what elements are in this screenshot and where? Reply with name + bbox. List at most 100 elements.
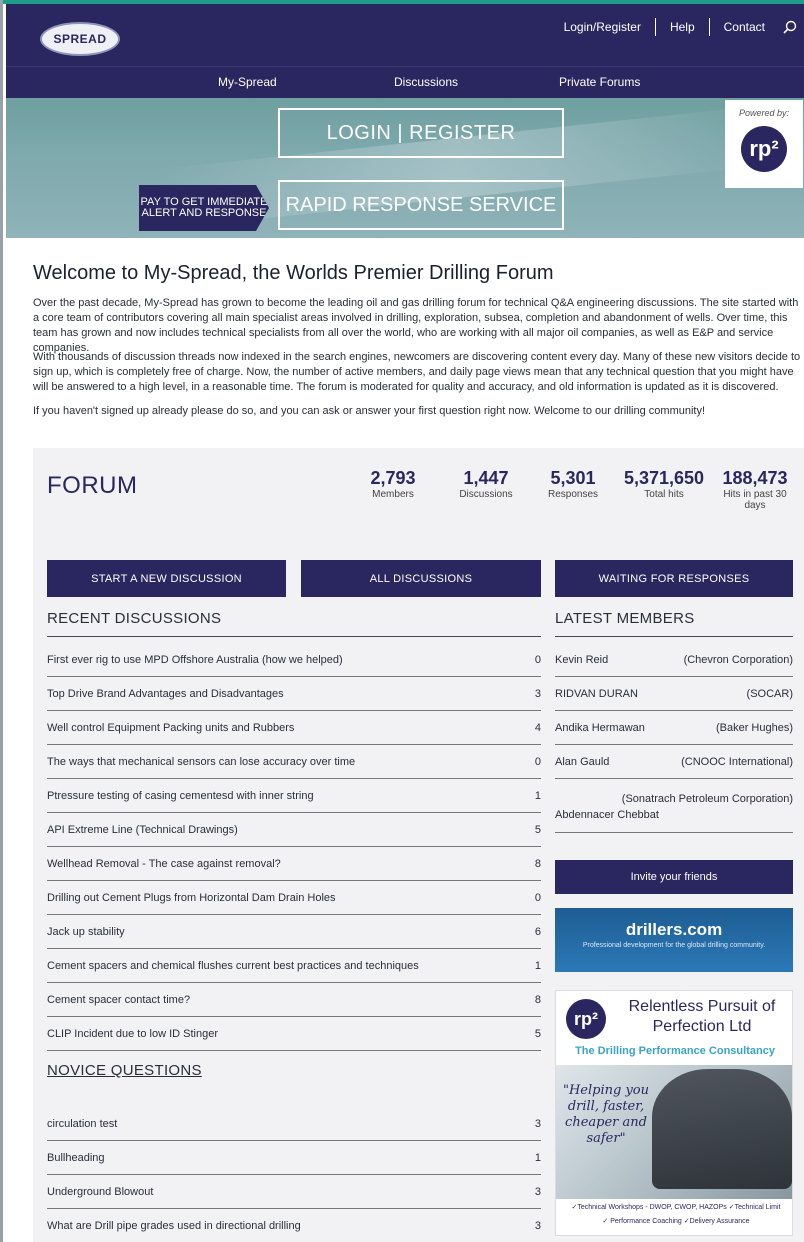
- member-row[interactable]: Andika Hermawan (Baker Hughes): [555, 711, 793, 745]
- stat-discussions: 1,447 Discussions: [451, 468, 521, 500]
- main-nav: My-Spread Discussions Private Forums: [6, 66, 804, 98]
- discussion-row[interactable]: Top Drive Brand Advantages and Disadvant…: [47, 677, 541, 711]
- discussion-count: 1: [534, 960, 541, 972]
- member-name[interactable]: Andika Hermawan: [555, 722, 645, 734]
- member-company: (Chevron Corporation): [683, 654, 793, 666]
- novice-question-count: 1: [534, 1152, 541, 1164]
- discussion-row[interactable]: Well control Equipment Packing units and…: [47, 711, 541, 745]
- discussion-count: 0: [534, 654, 541, 666]
- discussion-row[interactable]: Ptressure testing of casing cementesd wi…: [47, 779, 541, 813]
- discussion-row[interactable]: Jack up stability 6: [47, 915, 541, 949]
- stat-label: Total hits: [644, 489, 684, 500]
- novice-question-row[interactable]: What are Drill pipe grades used in direc…: [47, 1209, 541, 1242]
- stat-value: 5,371,650: [623, 468, 705, 488]
- member-company: (SOCAR): [746, 688, 793, 700]
- rp2-ad-company: Relentless Pursuit of Perfection Ltd: [628, 998, 776, 1035]
- forum-panel: FORUM 2,793 Members 1,447 Discussions 5,…: [33, 448, 804, 1242]
- discussion-count: 4: [534, 722, 541, 734]
- top-links: Login/Register Help Contact: [550, 18, 797, 36]
- drillers-tagline: Professional development for the global …: [582, 942, 766, 949]
- stat-label: Members: [372, 489, 414, 500]
- nav-private-forums[interactable]: Private Forums: [559, 75, 640, 89]
- welcome-paragraph-2: With thousands of discussion threads now…: [33, 351, 801, 393]
- novice-question-title[interactable]: Bullheading: [47, 1152, 105, 1164]
- discussion-title[interactable]: Cement spacer contact time?: [47, 994, 190, 1006]
- member-row[interactable]: RIDVAN DURAN (SOCAR): [555, 677, 793, 711]
- discussion-row[interactable]: The ways that mechanical sensors can los…: [47, 745, 541, 779]
- nav-my-spread[interactable]: My-Spread: [218, 75, 277, 89]
- discussion-count: 5: [534, 1028, 541, 1040]
- discussion-title[interactable]: API Extreme Line (Technical Drawings): [47, 824, 238, 836]
- header: SPREAD Login/Register Help Contact: [6, 4, 804, 66]
- member-name[interactable]: Abdennacer Chebbat: [555, 809, 659, 821]
- latest-members-heading: LATEST MEMBERS: [555, 610, 695, 627]
- spread-logo[interactable]: SPREAD: [40, 22, 120, 56]
- discussion-title[interactable]: Wellhead Removal - The case against remo…: [47, 858, 281, 870]
- discussion-title[interactable]: Jack up stability: [47, 926, 125, 938]
- discussion-title[interactable]: Cement spacers and chemical flushes curr…: [47, 960, 419, 972]
- forum-title: FORUM: [47, 472, 138, 499]
- discussion-row[interactable]: API Extreme Line (Technical Drawings) 5: [47, 813, 541, 847]
- member-company: (Baker Hughes): [715, 722, 793, 734]
- search-icon[interactable]: [783, 20, 797, 34]
- invite-friends-button[interactable]: Invite your friends: [555, 860, 793, 894]
- recent-discussions-heading: RECENT DISCUSSIONS: [47, 610, 222, 627]
- member-row[interactable]: Alan Gauld (CNOOC International): [555, 745, 793, 779]
- divider: [47, 636, 541, 637]
- rp2-ad[interactable]: rp² Relentless Pursuit of Perfection Ltd…: [555, 990, 793, 1236]
- login-register-link[interactable]: Login/Register: [550, 20, 655, 34]
- discussion-count: 0: [534, 756, 541, 768]
- member-row[interactable]: Kevin Reid (Chevron Corporation): [555, 643, 793, 677]
- stat-label: Hits in past 30 days: [723, 489, 787, 511]
- discussion-title[interactable]: First ever rig to use MPD Offshore Austr…: [47, 654, 343, 666]
- member-name[interactable]: Alan Gauld: [555, 756, 609, 768]
- rp2-ad-tagline: The Drilling Performance Consultancy: [575, 1045, 775, 1057]
- discussion-row[interactable]: Drilling out Cement Plugs from Horizonta…: [47, 881, 541, 915]
- novice-question-title[interactable]: circulation test: [47, 1118, 117, 1130]
- welcome-title: Welcome to My-Spread, the Worlds Premier…: [33, 262, 554, 284]
- discussion-row[interactable]: Cement spacers and chemical flushes curr…: [47, 949, 541, 983]
- drillers-com-ad[interactable]: drillers.com Professional development fo…: [555, 908, 793, 972]
- novice-questions-heading[interactable]: NOVICE QUESTIONS: [47, 1062, 202, 1079]
- rapid-response-button[interactable]: RAPID RESPONSE SERVICE: [278, 180, 564, 230]
- discussion-count: 3: [534, 688, 541, 700]
- powered-by-badge[interactable]: Powered by: rp²: [725, 100, 803, 188]
- discussion-row[interactable]: CLIP Incident due to low ID Stinger 5: [47, 1017, 541, 1051]
- discussion-title[interactable]: Ptressure testing of casing cementesd wi…: [47, 790, 314, 802]
- waiting-responses-button[interactable]: WAITING FOR RESPONSES: [555, 560, 793, 597]
- help-link[interactable]: Help: [656, 20, 709, 34]
- nav-discussions[interactable]: Discussions: [394, 75, 458, 89]
- novice-question-row[interactable]: Bullheading 1: [47, 1141, 541, 1175]
- member-row[interactable]: Abdennacer Chebbat (Sonatrach Petroleum C…: [555, 779, 793, 833]
- discussion-title[interactable]: CLIP Incident due to low ID Stinger: [47, 1028, 218, 1040]
- stat-label: Discussions: [459, 489, 513, 500]
- member-name[interactable]: Kevin Reid: [555, 654, 608, 666]
- stat-total-hits: 5,371,650 Total hits: [619, 468, 709, 500]
- novice-question-title[interactable]: Underground Blowout: [47, 1186, 153, 1198]
- discussion-title[interactable]: Well control Equipment Packing units and…: [47, 722, 294, 734]
- start-discussion-button[interactable]: START A NEW DISCUSSION: [47, 560, 286, 597]
- powered-by-label: Powered by:: [738, 108, 790, 118]
- novice-question-row[interactable]: circulation test 3: [47, 1107, 541, 1141]
- discussion-title[interactable]: Drilling out Cement Plugs from Horizonta…: [47, 892, 336, 904]
- discussion-count: 8: [534, 858, 541, 870]
- all-discussions-button[interactable]: ALL DISCUSSIONS: [301, 560, 541, 597]
- discussion-count: 6: [534, 926, 541, 938]
- stat-members: 2,793 Members: [363, 468, 423, 500]
- contact-link[interactable]: Contact: [710, 20, 779, 34]
- drillers-name: drillers.com: [625, 920, 723, 939]
- discussion-title[interactable]: Top Drive Brand Advantages and Disadvant…: [47, 688, 284, 700]
- team-photo-people: [652, 1069, 792, 1189]
- novice-question-count: 3: [534, 1118, 541, 1130]
- pay-callout: PAY TO GET IMMEDIATE ALERT AND RESPONSE: [139, 185, 269, 231]
- member-name[interactable]: RIDVAN DURAN: [555, 688, 638, 700]
- discussion-row[interactable]: Wellhead Removal - The case against remo…: [47, 847, 541, 881]
- discussion-row[interactable]: Cement spacer contact time? 8: [47, 983, 541, 1017]
- login-register-button[interactable]: LOGIN | REGISTER: [278, 108, 564, 158]
- novice-question-row[interactable]: Underground Blowout 3: [47, 1175, 541, 1209]
- discussion-row[interactable]: First ever rig to use MPD Offshore Austr…: [47, 643, 541, 677]
- discussion-title[interactable]: The ways that mechanical sensors can los…: [47, 756, 355, 768]
- novice-question-title[interactable]: What are Drill pipe grades used in direc…: [47, 1220, 301, 1232]
- rp2-ad-bullets-1: ✓Technical Workshops - DWOP, CWOP, HAZOP…: [571, 1204, 781, 1211]
- rp2-ad-quote: "Helping you drill, faster, cheaper and …: [562, 1083, 650, 1146]
